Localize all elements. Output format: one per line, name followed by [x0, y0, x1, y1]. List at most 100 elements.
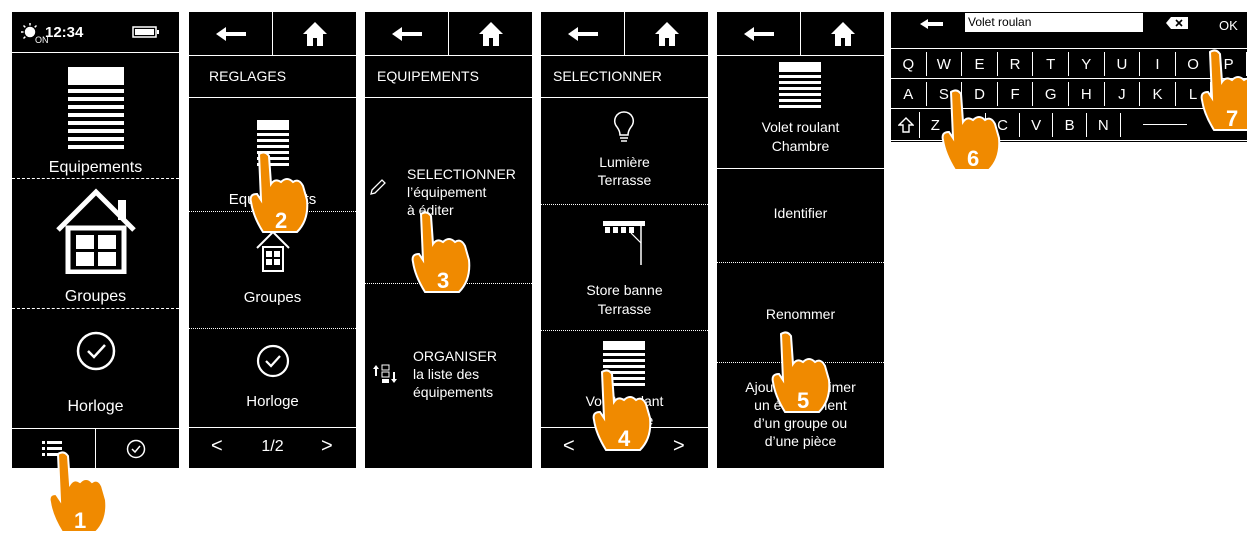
clock-icon	[126, 439, 146, 459]
shift-arrow-icon	[898, 117, 914, 133]
space-key[interactable]	[1143, 124, 1187, 125]
battery-icon	[132, 26, 159, 38]
awning-icon	[603, 221, 645, 265]
page-title: REGLAGES	[209, 68, 287, 84]
home-button[interactable]	[625, 12, 708, 55]
option-label: Identifier	[773, 205, 828, 221]
back-button[interactable]	[365, 12, 449, 55]
divider	[189, 55, 356, 56]
equipment-line: Terrasse	[597, 172, 652, 188]
pager: < 1/2 >	[189, 427, 356, 468]
option-line: l’équipement	[407, 184, 487, 200]
equipment-item-light[interactable]: Lumière Terrasse	[541, 98, 708, 203]
menu-item-label: Horloge	[246, 393, 299, 410]
menu-item-groupes[interactable]: Groupes	[12, 179, 179, 305]
shift-key[interactable]	[891, 112, 920, 138]
roller-shutter-icon	[779, 62, 821, 108]
tap-hand-icon: 2	[249, 151, 309, 233]
key-w[interactable]: W	[927, 52, 963, 76]
option-line: la liste des	[413, 366, 480, 382]
ok-key[interactable]: OK	[1219, 18, 1238, 33]
option-line: ORGANISER	[413, 348, 498, 364]
menu-item-horloge[interactable]: Horloge	[12, 309, 179, 427]
step-number: 3	[437, 268, 449, 293]
page-title: SELECTIONNER	[553, 68, 662, 84]
step-number: 4	[618, 426, 631, 451]
back-button[interactable]	[189, 12, 273, 55]
identify-option[interactable]: Identifier	[717, 169, 884, 262]
header-bar	[541, 12, 708, 55]
back-arrow-icon	[743, 26, 774, 41]
home-button[interactable]	[801, 12, 884, 55]
input-value: Volet roulan	[968, 15, 1032, 29]
screen-home: ON 12:34 Equipements Groupes Horloge	[12, 12, 179, 468]
key-q[interactable]: Q	[891, 52, 927, 76]
option-line: d’une pièce	[764, 433, 837, 449]
next-page-button[interactable]: >	[673, 436, 685, 456]
header-bar	[189, 12, 356, 55]
text-input[interactable]: Volet roulan	[965, 13, 1143, 32]
key-v[interactable]: V	[1020, 113, 1054, 137]
tap-hand-icon: 1	[48, 451, 108, 533]
back-arrow-icon	[215, 26, 246, 41]
key-y[interactable]: Y	[1069, 52, 1105, 76]
key-e[interactable]: E	[962, 52, 998, 76]
key-r[interactable]: R	[998, 52, 1034, 76]
pencil-icon	[370, 179, 386, 195]
step-number: 7	[1226, 106, 1238, 131]
back-button[interactable]	[717, 12, 801, 55]
equipment-item-awning[interactable]: Store banne Terrasse	[541, 205, 708, 318]
sort-list-icon	[373, 364, 397, 383]
next-page-button[interactable]: >	[321, 436, 333, 456]
key-h[interactable]: H	[1069, 82, 1105, 106]
tap-hand-icon: 6	[941, 89, 1001, 171]
clock-check-icon	[76, 331, 116, 371]
device-line: Volet roulant	[761, 119, 840, 135]
key-t[interactable]: T	[1033, 52, 1069, 76]
home-button[interactable]	[273, 12, 356, 55]
lightbulb-icon	[613, 111, 635, 142]
divider	[365, 55, 532, 56]
menu-item-label: Groupes	[243, 289, 302, 306]
menu-item-label: Groupes	[64, 288, 127, 305]
menu-item-horloge[interactable]: Horloge	[189, 329, 356, 427]
key-b[interactable]: B	[1053, 113, 1087, 137]
menu-item-label: Equipements	[48, 159, 143, 176]
clock-check-icon	[256, 344, 290, 378]
back-button[interactable]	[541, 12, 625, 55]
menu-item-equipements[interactable]: Equipements	[12, 53, 179, 178]
device-line: Chambre	[771, 138, 830, 154]
menu-item-label: Horloge	[67, 398, 124, 415]
tap-hand-icon: 4	[592, 369, 652, 451]
back-button[interactable]	[891, 12, 961, 34]
equipment-line: Lumière	[599, 154, 650, 170]
sun-on-icon: ON	[21, 23, 48, 44]
key-k[interactable]: K	[1140, 82, 1176, 106]
house-icon	[56, 188, 136, 274]
tap-hand-icon: 5	[771, 331, 831, 413]
option-label: Renommer	[765, 306, 836, 322]
key-j[interactable]: J	[1105, 82, 1141, 106]
key-u[interactable]: U	[1105, 52, 1141, 76]
header-bar	[717, 12, 884, 55]
backspace-icon	[1166, 17, 1188, 29]
clock-time: 12:34	[45, 24, 84, 41]
back-arrow-icon	[567, 26, 598, 41]
step-number: 1	[74, 508, 86, 533]
backspace-key[interactable]	[1153, 12, 1203, 34]
home-button[interactable]	[449, 12, 532, 55]
header-bar	[365, 12, 532, 55]
back-arrow-icon	[920, 19, 943, 29]
key-a[interactable]: A	[891, 82, 927, 106]
key-n[interactable]: N	[1087, 113, 1121, 137]
key-i[interactable]: I	[1140, 52, 1176, 76]
organize-equipment-option[interactable]: ORGANISER la liste des équipements	[365, 284, 532, 468]
step-number: 6	[967, 146, 979, 171]
option-line: SELECTIONNER	[407, 166, 516, 182]
option-line: d’un groupe ou	[753, 415, 848, 431]
back-arrow-icon	[391, 26, 422, 41]
step-number: 2	[275, 208, 287, 233]
key-g[interactable]: G	[1033, 82, 1069, 106]
home-icon	[830, 21, 855, 46]
equipment-line: Store banne	[586, 282, 663, 298]
